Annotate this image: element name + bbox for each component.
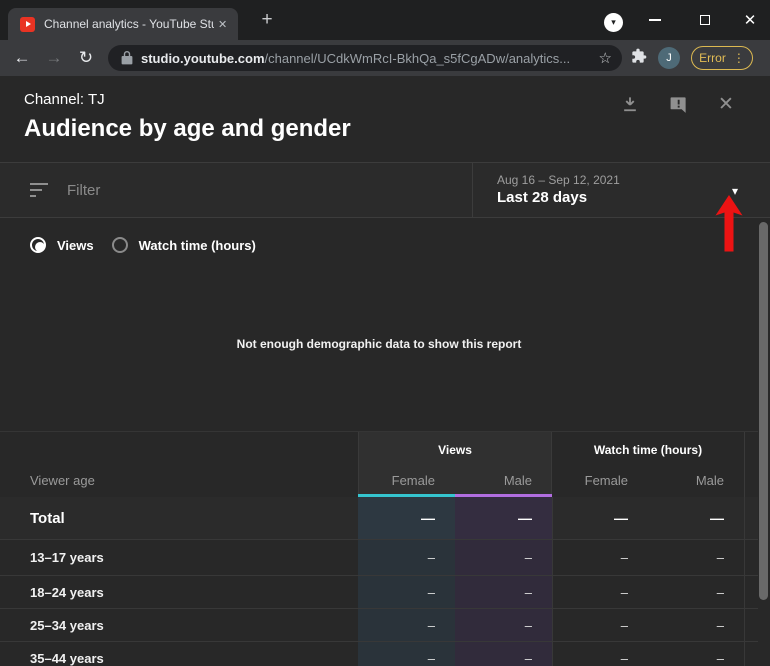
kebab-menu-icon: ⋮ [733, 51, 745, 65]
window-close-button[interactable]: ✕ [735, 0, 765, 40]
table-row-18-24[interactable]: 18–24 years – – – – [0, 576, 758, 609]
cell-views-female: – [358, 576, 455, 608]
bookmark-star-icon[interactable]: ☆ [599, 49, 612, 67]
youtube-favicon-icon [20, 17, 35, 32]
table-row-total[interactable]: Total — — — — [0, 497, 758, 540]
row-spacer [744, 642, 758, 666]
column-header-views-female: Female [358, 473, 455, 488]
row-label: 18–24 years [0, 576, 358, 608]
row-spacer [744, 540, 758, 575]
column-header-watch-male: Male [648, 473, 744, 488]
date-preset-text: Last 28 days [497, 189, 587, 206]
cell-views-male: – [455, 576, 552, 608]
cell-watch-female: – [552, 540, 648, 575]
metric-toggle-group: Views Watch time (hours) [30, 228, 256, 262]
cell-views-female: – [358, 540, 455, 575]
feedback-icon [669, 95, 688, 114]
filter-field[interactable] [0, 163, 472, 217]
metric-views-radio[interactable]: Views [30, 237, 94, 253]
row-spacer [744, 609, 758, 641]
profile-avatar[interactable]: J [658, 47, 680, 69]
date-range-text: Aug 16 – Sep 12, 2021 [497, 173, 620, 187]
cell-watch-male: – [648, 540, 744, 575]
table-row-25-34[interactable]: 25–34 years – – – – [0, 609, 758, 642]
cell-views-female: – [358, 609, 455, 641]
annotation-arrow-up [714, 194, 744, 254]
extensions-button[interactable] [622, 48, 656, 69]
puzzle-icon [631, 48, 647, 64]
vertical-scrollbar[interactable] [759, 222, 768, 600]
radio-unselected-icon[interactable] [112, 237, 128, 253]
analytics-modal: Channel: TJ Audience by age and gender ✕… [0, 76, 770, 666]
row-label: Total [0, 497, 358, 539]
download-icon [620, 94, 640, 114]
cell-watch-male: – [648, 576, 744, 608]
metric-views-label: Views [57, 238, 94, 253]
forward-button[interactable]: → [38, 48, 70, 68]
metric-watch-time-label: Watch time (hours) [139, 238, 256, 253]
channel-label: Channel: TJ [24, 91, 105, 108]
address-bar[interactable]: studio.youtube.com/channel/UCdkWmRcI-Bkh… [108, 45, 622, 71]
url-path: /channel/UCdkWmRcI-BkhQa_s5fCgADw/analyt… [265, 51, 571, 66]
filter-icon [30, 183, 50, 197]
lock-icon [121, 51, 133, 65]
column-divider [744, 432, 745, 498]
column-header-watch-female: Female [552, 473, 648, 488]
cell-views-female: — [358, 497, 455, 539]
back-button[interactable]: ← [6, 48, 38, 68]
cell-views-male: — [455, 497, 552, 539]
views-group-highlight [358, 432, 552, 498]
column-group-views: Views [358, 443, 552, 457]
cell-views-male: – [455, 642, 552, 666]
table-row-35-44[interactable]: 35–44 years – – – – [0, 642, 758, 666]
tab-title: Channel analytics - YouTube Stud [44, 17, 214, 31]
reload-button[interactable]: ↻ [70, 48, 102, 68]
url-text: studio.youtube.com/channel/UCdkWmRcI-Bkh… [141, 51, 570, 66]
error-label: Error [699, 51, 726, 65]
cell-watch-female: – [552, 609, 648, 641]
window-minimize-button[interactable] [640, 0, 670, 40]
table-header: Views Watch time (hours) Viewer age Fema… [0, 431, 758, 497]
metric-watch-time-radio[interactable]: Watch time (hours) [112, 237, 256, 253]
cell-watch-male: – [648, 609, 744, 641]
url-host: studio.youtube.com [141, 51, 265, 66]
column-header-viewer-age: Viewer age [30, 473, 95, 488]
browser-titlebar: Channel analytics - YouTube Stud ✕ + ▾ ✕ [0, 0, 770, 40]
radio-selected-icon[interactable] [30, 237, 46, 253]
row-label: 13–17 years [0, 540, 358, 575]
maximize-icon [700, 15, 710, 25]
row-label: 35–44 years [0, 642, 358, 666]
tab-close-icon[interactable]: ✕ [218, 18, 227, 31]
empty-state-message: Not enough demographic data to show this… [0, 334, 758, 354]
cell-views-female: – [358, 642, 455, 666]
cell-watch-female: – [552, 576, 648, 608]
feedback-button[interactable] [664, 90, 692, 118]
cell-watch-male: — [648, 497, 744, 539]
tab-search-button[interactable]: ▾ [604, 13, 623, 32]
cell-watch-female: — [552, 497, 648, 539]
browser-tab[interactable]: Channel analytics - YouTube Stud ✕ [8, 8, 238, 40]
row-spacer [744, 497, 758, 539]
column-group-watch-time: Watch time (hours) [552, 443, 744, 457]
download-button[interactable] [616, 90, 644, 118]
modal-close-button[interactable]: ✕ [712, 90, 740, 118]
row-label: 25–34 years [0, 609, 358, 641]
browser-error-menu[interactable]: Error ⋮ [691, 46, 753, 70]
cell-views-male: – [455, 609, 552, 641]
row-spacer [744, 576, 758, 608]
cell-watch-female: – [552, 642, 648, 666]
cell-watch-male: – [648, 642, 744, 666]
filter-bar: Aug 16 – Sep 12, 2021 Last 28 days ▾ [0, 162, 770, 218]
filter-input[interactable] [67, 182, 427, 199]
browser-toolbar: ← → ↻ studio.youtube.com/channel/UCdkWmR… [0, 40, 770, 76]
table-body: Total — — — — 13–17 years – – – – 18–24 … [0, 497, 758, 666]
cell-views-male: – [455, 540, 552, 575]
table-row-13-17[interactable]: 13–17 years – – – – [0, 540, 758, 576]
window-maximize-button[interactable] [690, 0, 720, 40]
new-tab-button[interactable]: + [256, 10, 278, 32]
minimize-icon [649, 19, 661, 21]
modal-actions: ✕ [616, 90, 740, 118]
page-title: Audience by age and gender [24, 115, 351, 143]
column-header-views-male: Male [455, 473, 552, 488]
